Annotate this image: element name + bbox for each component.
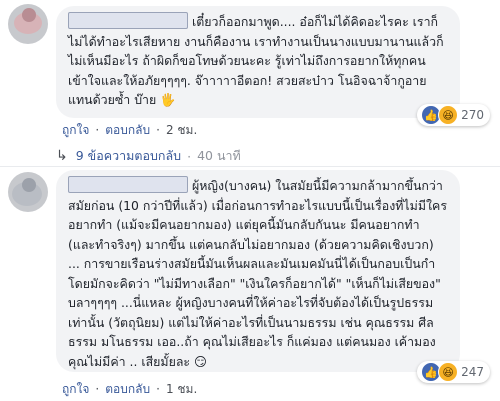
like-link[interactable]: ถูกใจ (62, 382, 89, 396)
reaction-count: 270 (461, 108, 484, 122)
comment-actions: ถูกใจ · ตอบกลับ · 2 ชม. (62, 123, 198, 137)
avatar[interactable] (8, 4, 48, 44)
divider (0, 166, 500, 167)
comment-time[interactable]: 2 ชม. (166, 123, 197, 137)
comment-time[interactable]: 1 ชม. (166, 382, 197, 396)
avatar[interactable] (8, 172, 48, 212)
view-replies[interactable]: ↳ 9 ข้อความตอบกลับ · 40 นาที (56, 146, 241, 166)
haha-reaction-icon: 😆 (438, 362, 459, 382)
redacted-author-name[interactable] (68, 176, 188, 193)
reaction-count: 247 (461, 365, 484, 379)
redacted-author-name[interactable] (68, 12, 188, 29)
comment-actions: ถูกใจ · ตอบกลับ · 1 ชม. (62, 382, 198, 396)
comment-text: ผู้หญิง(บางคน) ในสมัยนี้มีความกล้ามากขึ้… (68, 178, 447, 369)
comment-bubble: เตี๋ยวก็ออกมาพูด.... อ๋อก็ไม่ได้คิดอะไรค… (56, 6, 460, 118)
replies-count-link[interactable]: 9 ข้อความตอบกลับ (76, 146, 181, 166)
reply-link[interactable]: ตอบกลับ (105, 382, 150, 396)
haha-reaction-icon: 😆 (438, 105, 459, 125)
replies-time: 40 นาที (197, 148, 241, 163)
reply-link[interactable]: ตอบกลับ (105, 123, 150, 137)
reply-arrow-icon: ↳ (56, 148, 68, 164)
comment-bubble: ผู้หญิง(บางคน) ในสมัยนี้มีความกล้ามากขึ้… (56, 170, 460, 372)
reaction-summary[interactable]: 👍 😆 270 (417, 104, 490, 126)
like-link[interactable]: ถูกใจ (62, 123, 89, 137)
reaction-summary[interactable]: 👍 😆 247 (417, 361, 490, 383)
